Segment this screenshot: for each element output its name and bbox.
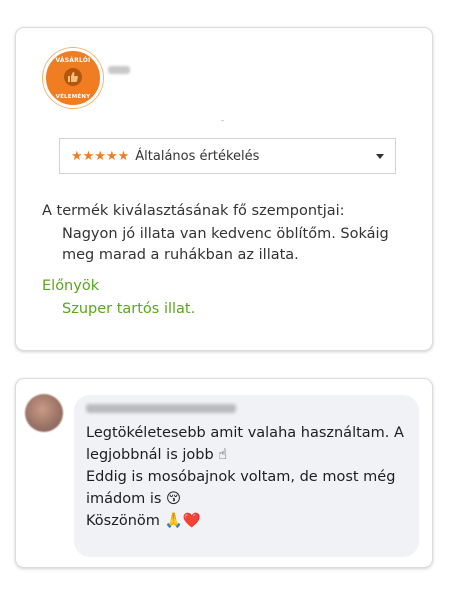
badge-top-text: VÁSÁRLÓI bbox=[55, 57, 91, 64]
commenter-name-blurred[interactable] bbox=[86, 404, 236, 413]
avatar[interactable] bbox=[25, 394, 63, 432]
review-card: VÁSÁRLÓI VÉLEMÉNY ★ ★ ★ ★ ★ Általános ér… bbox=[15, 27, 433, 351]
comment-line: legjobbnál is jobb ☝ bbox=[86, 447, 228, 463]
star-icon: ★ bbox=[82, 148, 95, 164]
divider bbox=[221, 120, 224, 121]
star-icon: ★ bbox=[71, 148, 83, 164]
comment-line: imádom is 😚 bbox=[86, 491, 182, 507]
thumbs-up-icon bbox=[64, 68, 82, 86]
comment-card: Legtökéletesebb amit valaha használtam. … bbox=[15, 378, 433, 568]
comment-line: Legtökéletesebb amit valaha használtam. … bbox=[86, 425, 404, 441]
badge-bottom-text: VÉLEMÉNY bbox=[55, 94, 91, 100]
star-icon: ★ bbox=[117, 148, 130, 164]
reviewer-name-blurred bbox=[108, 66, 130, 74]
rating-dropdown[interactable]: ★ ★ ★ ★ ★ Általános értékelés bbox=[59, 138, 396, 174]
criteria-title: A termék kiválasztásának fő szempontjai: bbox=[42, 203, 345, 219]
comment-bubble: Legtökéletesebb amit valaha használtam. … bbox=[74, 395, 419, 557]
customer-review-badge: VÁSÁRLÓI VÉLEMÉNY bbox=[43, 48, 103, 108]
comment-line: Köszönöm 🙏❤️ bbox=[86, 513, 201, 529]
comment-line: Eddig is mosóbajnok voltam, de most még bbox=[86, 469, 396, 485]
pros-text: Szuper tartós illat. bbox=[62, 301, 196, 317]
star-icon: ★ bbox=[94, 148, 106, 164]
caret-down-icon[interactable] bbox=[376, 154, 384, 159]
comment-text: Legtökéletesebb amit valaha használtam. … bbox=[86, 422, 411, 532]
criteria-text: Nagyon jó illata van kedvenc öblítőm. So… bbox=[62, 226, 389, 263]
star-rating: ★ ★ ★ ★ ★ bbox=[71, 150, 129, 163]
pros-title: Előnyök bbox=[42, 278, 100, 294]
rating-label: Általános értékelés bbox=[135, 148, 260, 164]
star-icon: ★ bbox=[105, 148, 118, 164]
